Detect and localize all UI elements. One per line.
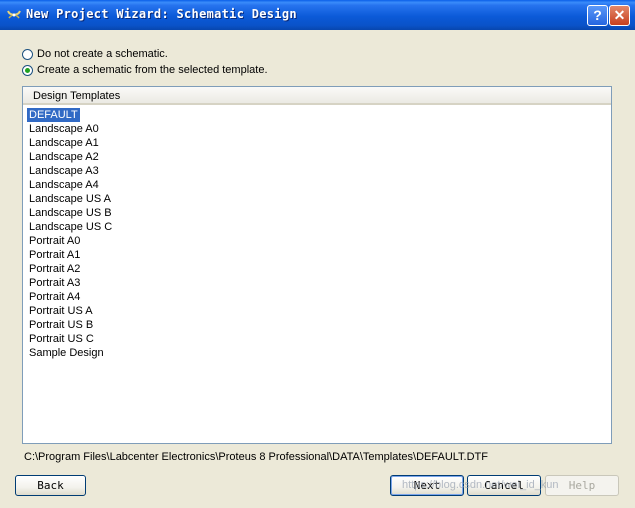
list-item[interactable]: Landscape US A: [27, 192, 114, 206]
window-title: New Project Wizard: Schematic Design: [26, 7, 297, 21]
list-item[interactable]: Landscape A2: [27, 150, 114, 164]
radio-checked-icon[interactable]: [22, 64, 33, 76]
radio-from-template[interactable]: Create a schematic from the selected tem…: [22, 63, 268, 77]
list-item-row[interactable]: DEFAULT: [27, 108, 114, 122]
list-item[interactable]: Landscape A3: [27, 164, 114, 178]
help-title-button[interactable]: ?: [587, 5, 608, 26]
list-item[interactable]: Portrait A4: [27, 290, 114, 304]
radio-dot-icon: [25, 67, 30, 73]
template-path-label: C:\Program Files\Labcenter Electronics\P…: [24, 451, 488, 463]
column-header-label: Design Templates: [33, 90, 121, 102]
list-item[interactable]: Landscape US B: [27, 206, 114, 220]
list-item[interactable]: Landscape US C: [27, 220, 114, 234]
list-item[interactable]: Landscape A1: [27, 136, 114, 150]
template-items: DEFAULT Landscape A0 Landscape A1 Landsc…: [27, 108, 114, 360]
list-item[interactable]: Portrait US A: [27, 304, 114, 318]
list-column-header[interactable]: Design Templates: [23, 87, 611, 105]
design-templates-list[interactable]: Design Templates DEFAULT Landscape A0 La…: [22, 86, 612, 444]
back-button[interactable]: Back: [15, 475, 86, 496]
watermark-text: https://blog.csdn.net/wei_id_kun: [402, 479, 559, 491]
list-item[interactable]: Portrait A0: [27, 234, 114, 248]
radio-no-schematic-label: Do not create a schematic.: [37, 48, 168, 60]
close-title-button[interactable]: ✕: [609, 5, 630, 26]
list-item[interactable]: Portrait A1: [27, 248, 114, 262]
list-item[interactable]: DEFAULT: [27, 108, 80, 122]
list-item[interactable]: Portrait US B: [27, 318, 114, 332]
list-item[interactable]: Portrait A2: [27, 262, 114, 276]
list-item[interactable]: Sample Design: [27, 346, 114, 360]
radio-from-template-label: Create a schematic from the selected tem…: [37, 64, 268, 76]
list-item[interactable]: Landscape A4: [27, 178, 114, 192]
title-bar[interactable]: New Project Wizard: Schematic Design ? ✕: [0, 0, 635, 30]
radio-circle-icon[interactable]: [22, 48, 33, 60]
proteus-app-icon: [6, 7, 22, 23]
radio-no-schematic[interactable]: Do not create a schematic.: [22, 47, 168, 61]
list-item[interactable]: Landscape A0: [27, 122, 114, 136]
list-item[interactable]: Portrait US C: [27, 332, 114, 346]
list-item[interactable]: Portrait A3: [27, 276, 114, 290]
